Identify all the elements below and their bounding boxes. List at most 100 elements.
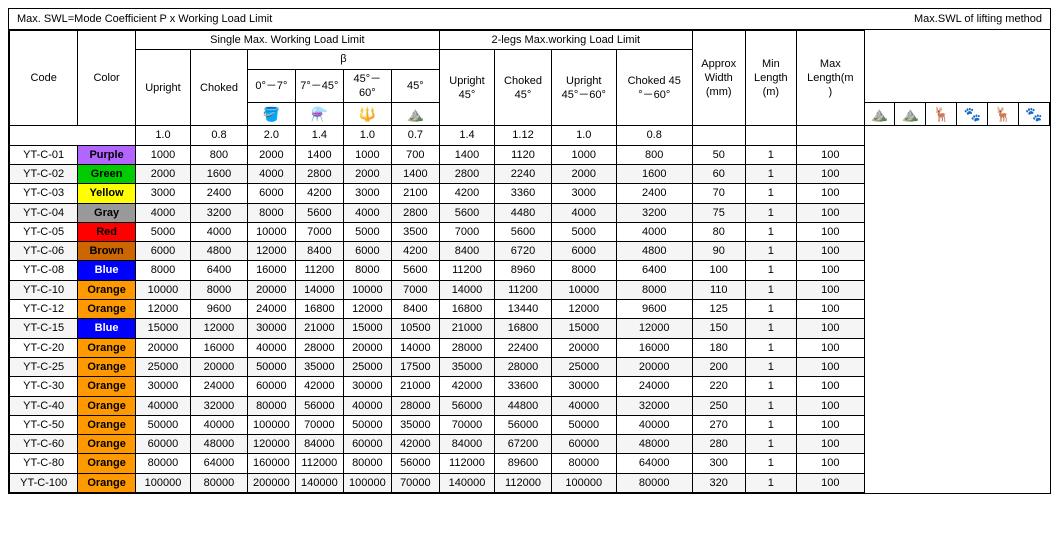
cell-color: Orange [78, 338, 136, 357]
cell-ch4560: 16000 [616, 338, 692, 357]
icon-choked: ⚗️ [295, 103, 343, 126]
cell-a3: 2000 [343, 164, 391, 183]
cell-a3: 30000 [343, 377, 391, 396]
col-header-beta: β [247, 50, 439, 69]
cell-up45: 84000 [439, 435, 494, 454]
cell-up4560: 3000 [551, 184, 616, 203]
coeff-minlen [745, 126, 796, 145]
cell-up45: 7000 [439, 222, 494, 241]
cell-width: 150 [692, 319, 745, 338]
col-header-single-max: Single Max. Working Load Limit [135, 31, 439, 50]
icon-ch4560: 🐾 [1018, 103, 1049, 126]
cell-upright: 50000 [135, 415, 190, 434]
cell-up4560: 15000 [551, 319, 616, 338]
cell-up45: 8400 [439, 242, 494, 261]
cell-a1: 16000 [247, 261, 295, 280]
cell-color: Orange [78, 357, 136, 376]
cell-max-len: 100 [797, 435, 865, 454]
table-row: YT-C-30Orange300002400060000420003000021… [10, 377, 1050, 396]
table-row: YT-C-05Red500040001000070005000350070005… [10, 222, 1050, 241]
cell-upright: 4000 [135, 203, 190, 222]
cell-a3: 3000 [343, 184, 391, 203]
cell-max-len: 100 [797, 164, 865, 183]
cell-a1: 160000 [247, 454, 295, 473]
col-header-upright4560: Upright 45°－60° [551, 50, 616, 126]
cell-up45: 70000 [439, 415, 494, 434]
cell-code: YT-C-15 [10, 319, 78, 338]
cell-width: 320 [692, 473, 745, 492]
title-right: Max.SWL of lifting method [914, 13, 1042, 25]
cell-max-len: 100 [797, 280, 865, 299]
cell-ch45: 5600 [495, 222, 552, 241]
cell-a3: 80000 [343, 454, 391, 473]
cell-choked: 64000 [191, 454, 248, 473]
cell-a4: 700 [391, 145, 439, 164]
cell-a1: 10000 [247, 222, 295, 241]
col-header-upright45: Upright 45° [439, 50, 494, 126]
icon-ch45: 🐾 [957, 103, 988, 126]
cell-a4: 1400 [391, 164, 439, 183]
cell-a2: 1400 [295, 145, 343, 164]
col-header-upright: Upright [135, 50, 190, 126]
cell-min-len: 1 [745, 280, 796, 299]
cell-max-len: 100 [797, 396, 865, 415]
cell-max-len: 100 [797, 338, 865, 357]
cell-a2: 28000 [295, 338, 343, 357]
cell-color: Orange [78, 415, 136, 434]
cell-width: 270 [692, 415, 745, 434]
cell-choked: 40000 [191, 415, 248, 434]
cell-code: YT-C-60 [10, 435, 78, 454]
cell-width: 50 [692, 145, 745, 164]
cell-a4: 17500 [391, 357, 439, 376]
icon-up45: 🦌 [926, 103, 957, 126]
cell-color: Green [78, 164, 136, 183]
cell-min-len: 1 [745, 203, 796, 222]
cell-a4: 28000 [391, 396, 439, 415]
cell-a1: 40000 [247, 338, 295, 357]
cell-ch4560: 3200 [616, 203, 692, 222]
cell-choked: 16000 [191, 338, 248, 357]
cell-max-len: 100 [797, 261, 865, 280]
angle-7-45: 7°－45° [295, 69, 343, 103]
cell-upright: 60000 [135, 435, 190, 454]
icon-up4560: 🦌 [988, 103, 1019, 126]
col-header-choked: Choked [191, 50, 248, 126]
cell-a4: 70000 [391, 473, 439, 492]
cell-a2: 7000 [295, 222, 343, 241]
cell-a1: 4000 [247, 164, 295, 183]
cell-up4560: 60000 [551, 435, 616, 454]
cell-width: 110 [692, 280, 745, 299]
cell-ch4560: 8000 [616, 280, 692, 299]
col-header-choked4560: Choked 45 °－60° [616, 50, 692, 126]
angle-0-7: 0°－7° [247, 69, 295, 103]
cell-ch45: 112000 [495, 473, 552, 492]
cell-ch4560: 2400 [616, 184, 692, 203]
cell-min-len: 1 [745, 473, 796, 492]
cell-ch45: 1120 [495, 145, 552, 164]
cell-a4: 10500 [391, 319, 439, 338]
cell-a2: 112000 [295, 454, 343, 473]
cell-code: YT-C-40 [10, 396, 78, 415]
cell-up4560: 8000 [551, 261, 616, 280]
cell-color: Yellow [78, 184, 136, 203]
cell-code: YT-C-03 [10, 184, 78, 203]
icon-7-45: ⛰️ [391, 103, 439, 126]
cell-ch4560: 6400 [616, 261, 692, 280]
cell-ch45: 44800 [495, 396, 552, 415]
coeff-label [10, 126, 136, 145]
cell-upright: 30000 [135, 377, 190, 396]
cell-color: Orange [78, 473, 136, 492]
cell-a1: 30000 [247, 319, 295, 338]
cell-code: YT-C-80 [10, 454, 78, 473]
cell-a2: 35000 [295, 357, 343, 376]
cell-a4: 7000 [391, 280, 439, 299]
cell-color: Orange [78, 435, 136, 454]
cell-width: 280 [692, 435, 745, 454]
cell-a2: 140000 [295, 473, 343, 492]
cell-up45: 14000 [439, 280, 494, 299]
cell-ch45: 3360 [495, 184, 552, 203]
cell-a2: 2800 [295, 164, 343, 183]
cell-ch4560: 32000 [616, 396, 692, 415]
cell-upright: 40000 [135, 396, 190, 415]
cell-width: 300 [692, 454, 745, 473]
